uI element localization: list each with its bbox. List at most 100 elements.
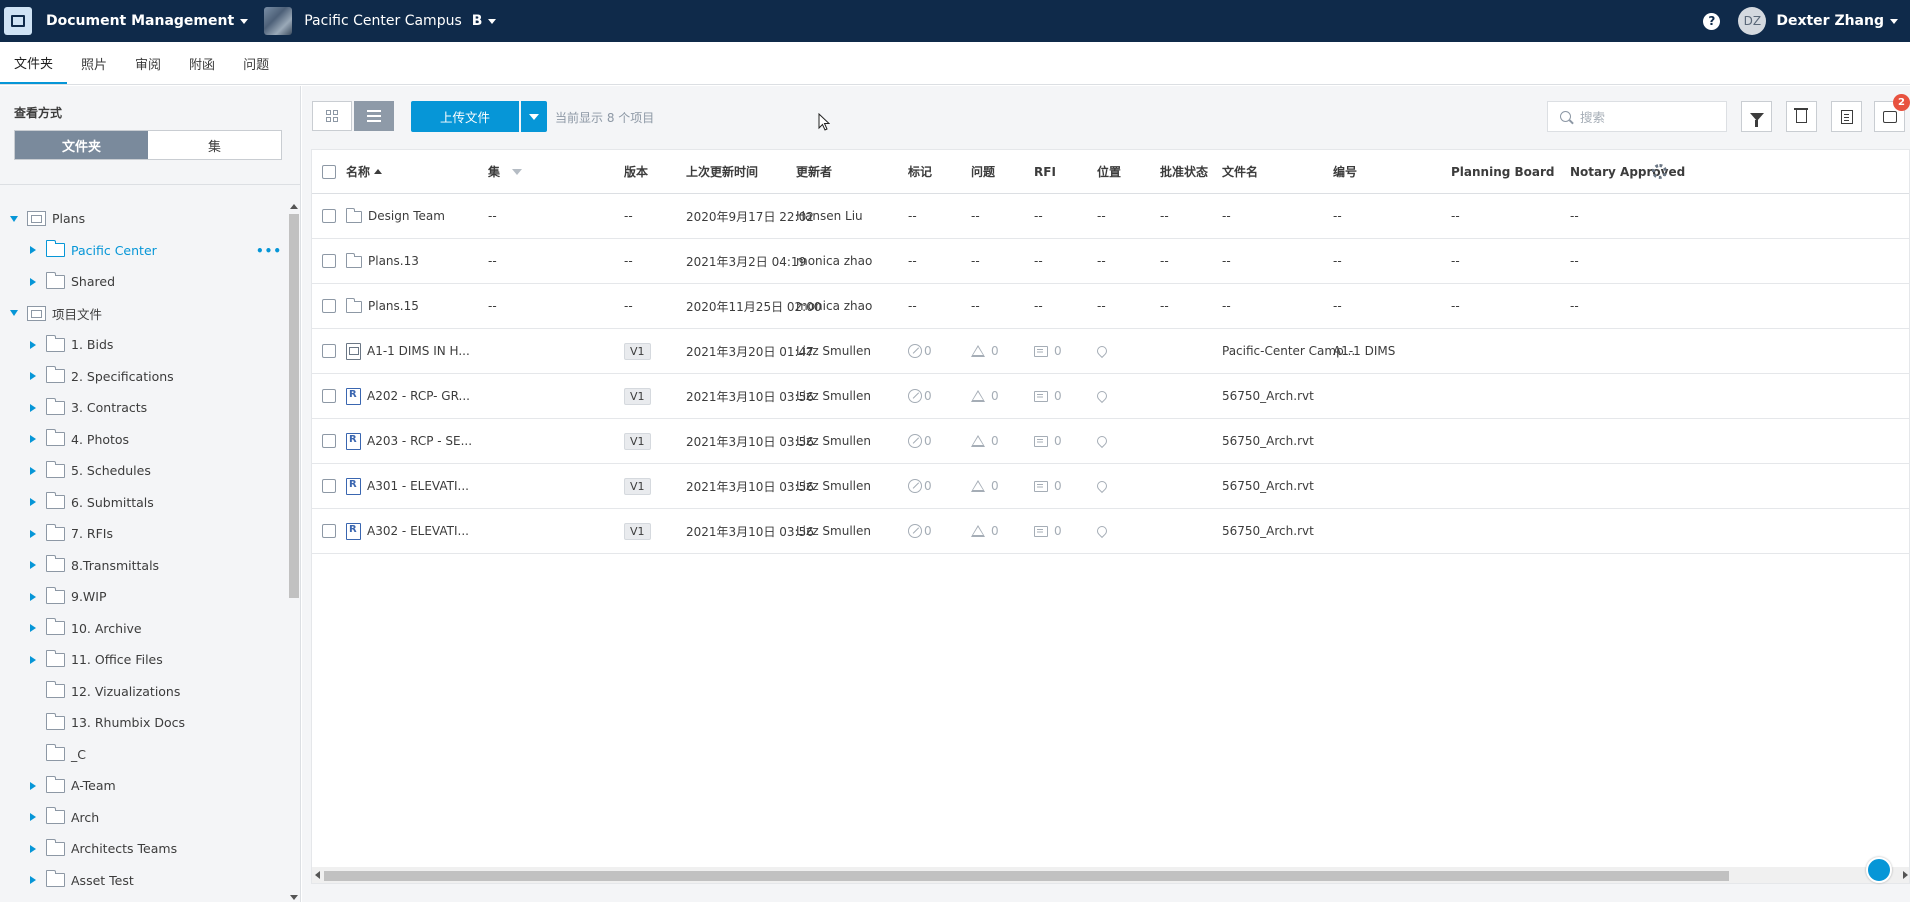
- app-switcher[interactable]: Document Management: [46, 13, 249, 29]
- location-pin-icon[interactable]: [1097, 343, 1107, 359]
- expand-toggle-icon[interactable]: [7, 310, 21, 317]
- column-header[interactable]: Planning Board: [1451, 150, 1555, 193]
- tree-item[interactable]: 12. Vizualizations: [0, 676, 286, 708]
- expand-toggle-icon[interactable]: [26, 435, 40, 444]
- expand-toggle-icon[interactable]: [26, 781, 40, 790]
- project-thumbnail[interactable]: [264, 7, 293, 35]
- row-checkbox[interactable]: [322, 509, 336, 553]
- help-icon[interactable]: ?: [1703, 12, 1721, 30]
- project-switcher[interactable]: B: [472, 13, 497, 29]
- scroll-right-icon[interactable]: [1903, 871, 1908, 879]
- cell-name[interactable]: A1-1 DIMS IN H...: [346, 329, 470, 373]
- view-sets-button[interactable]: 集: [148, 131, 281, 159]
- app-menu-icon[interactable]: [4, 7, 32, 35]
- cell-name[interactable]: A203 - RCP - SE...: [346, 419, 472, 463]
- search-input[interactable]: 搜索: [1580, 107, 1605, 126]
- row-checkbox[interactable]: [322, 284, 336, 328]
- tree-item[interactable]: Arch: [0, 802, 286, 834]
- tree-item[interactable]: 9.WIP: [0, 581, 286, 613]
- column-header[interactable]: 标记: [908, 150, 932, 193]
- table-row[interactable]: A202 - RCP- GR... V1 2021年3月10日 03:56Lizz …: [312, 374, 1909, 419]
- upload-button[interactable]: 上传文件: [411, 101, 519, 132]
- location-pin-icon[interactable]: [1097, 388, 1107, 404]
- more-options-icon[interactable]: •••: [256, 244, 282, 258]
- tree-item[interactable]: 1. Bids: [0, 329, 286, 361]
- tree-item[interactable]: 10. Archive: [0, 613, 286, 645]
- upload-dropdown-button[interactable]: [521, 101, 547, 132]
- tree-item[interactable]: 5. Schedules: [0, 455, 286, 487]
- expand-toggle-icon[interactable]: [26, 876, 40, 885]
- row-checkbox[interactable]: [322, 329, 336, 373]
- column-header[interactable]: RFI: [1034, 150, 1056, 193]
- select-all-checkbox[interactable]: [322, 150, 336, 193]
- table-row[interactable]: Plans.13 -- -- 2021年3月2日 04:19 monica zhao --…: [312, 239, 1909, 284]
- avatar[interactable]: DZ: [1738, 7, 1767, 35]
- expand-toggle-icon[interactable]: [26, 372, 40, 381]
- table-row[interactable]: Plans.15 -- -- 2020年11月25日 02:00 monica zhao…: [312, 284, 1909, 329]
- tab-issues[interactable]: 问题: [229, 42, 283, 84]
- column-header[interactable]: 上次更新时间: [686, 150, 758, 193]
- tree-item[interactable]: Asset Test: [0, 865, 286, 897]
- expand-toggle-icon[interactable]: [26, 624, 40, 633]
- tab-reviews[interactable]: 审阅: [121, 42, 175, 84]
- column-header[interactable]: 名称: [346, 150, 383, 193]
- tree-item[interactable]: A-Team: [0, 770, 286, 802]
- assistant-button[interactable]: [1866, 857, 1892, 883]
- tree-item[interactable]: Architects Teams: [0, 833, 286, 865]
- tree-item[interactable]: 8.Transmittals: [0, 550, 286, 582]
- table-row[interactable]: Design Team -- -- 2020年9月17日 22:02 Hansen Li…: [312, 194, 1909, 239]
- expand-toggle-icon[interactable]: [26, 529, 40, 538]
- cell-name[interactable]: Plans.13: [346, 239, 419, 283]
- tree-item[interactable]: _C: [0, 739, 286, 771]
- row-checkbox[interactable]: [322, 419, 336, 463]
- recycle-bin-button[interactable]: [1786, 101, 1817, 132]
- expand-toggle-icon[interactable]: [26, 277, 40, 286]
- sort-ascending-icon[interactable]: [374, 169, 383, 174]
- column-header[interactable]: 问题: [971, 150, 995, 193]
- grid-view-button[interactable]: [312, 101, 352, 131]
- tree-item[interactable]: 项目文件: [0, 298, 286, 330]
- horizontal-scrollbar[interactable]: [312, 867, 1909, 883]
- tree-item[interactable]: 7. RFIs: [0, 518, 286, 550]
- scroll-left-icon[interactable]: [315, 871, 320, 879]
- tree-item[interactable]: 4. Photos: [0, 424, 286, 456]
- tab-folders[interactable]: 文件夹: [0, 42, 68, 84]
- cell-name[interactable]: Plans.15: [346, 284, 419, 328]
- expand-toggle-icon[interactable]: [26, 403, 40, 412]
- table-row[interactable]: A203 - RCP - SE... V1 2021年3月10日 03:56Lizz…: [312, 419, 1909, 464]
- row-checkbox[interactable]: [322, 194, 336, 238]
- tree-item[interactable]: Shared: [0, 266, 286, 298]
- export-button[interactable]: [1831, 101, 1862, 132]
- user-menu[interactable]: Dexter Zhang: [1776, 13, 1898, 29]
- column-header[interactable]: 批准状态: [1160, 150, 1208, 193]
- row-checkbox[interactable]: [322, 239, 336, 283]
- expand-toggle-icon[interactable]: [26, 592, 40, 601]
- expand-toggle-icon[interactable]: [26, 340, 40, 349]
- cell-name[interactable]: A301 - ELEVATI...: [346, 464, 469, 508]
- location-pin-icon[interactable]: [1097, 478, 1107, 494]
- tree-item[interactable]: 2. Specifications: [0, 361, 286, 393]
- cell-name[interactable]: Design Team: [346, 194, 445, 238]
- tree-item[interactable]: 13. Rhumbix Docs: [0, 707, 286, 739]
- activity-button[interactable]: 2: [1874, 94, 1910, 132]
- scroll-thumb[interactable]: [324, 871, 1729, 881]
- tree-item[interactable]: Pacific Center •••: [0, 235, 286, 267]
- column-filter-icon[interactable]: [512, 168, 523, 175]
- row-checkbox[interactable]: [322, 464, 336, 508]
- column-header[interactable]: 更新者: [796, 150, 832, 193]
- scroll-thumb[interactable]: [289, 214, 299, 598]
- expand-toggle-icon[interactable]: [26, 466, 40, 475]
- location-pin-icon[interactable]: [1097, 523, 1107, 539]
- search-box[interactable]: 搜索: [1547, 101, 1727, 132]
- expand-toggle-icon[interactable]: [26, 246, 40, 255]
- expand-toggle-icon[interactable]: [26, 561, 40, 570]
- scroll-down-icon[interactable]: [290, 895, 298, 900]
- column-header[interactable]: 版本: [624, 150, 648, 193]
- column-header[interactable]: Notary Approved: [1570, 150, 1685, 193]
- view-folders-button[interactable]: 文件夹: [15, 131, 148, 159]
- tab-transmittals[interactable]: 附函: [175, 42, 229, 84]
- cell-name[interactable]: A202 - RCP- GR...: [346, 374, 470, 418]
- sidebar-scrollbar[interactable]: [287, 204, 299, 900]
- expand-toggle-icon[interactable]: [7, 215, 21, 222]
- expand-toggle-icon[interactable]: [26, 813, 40, 822]
